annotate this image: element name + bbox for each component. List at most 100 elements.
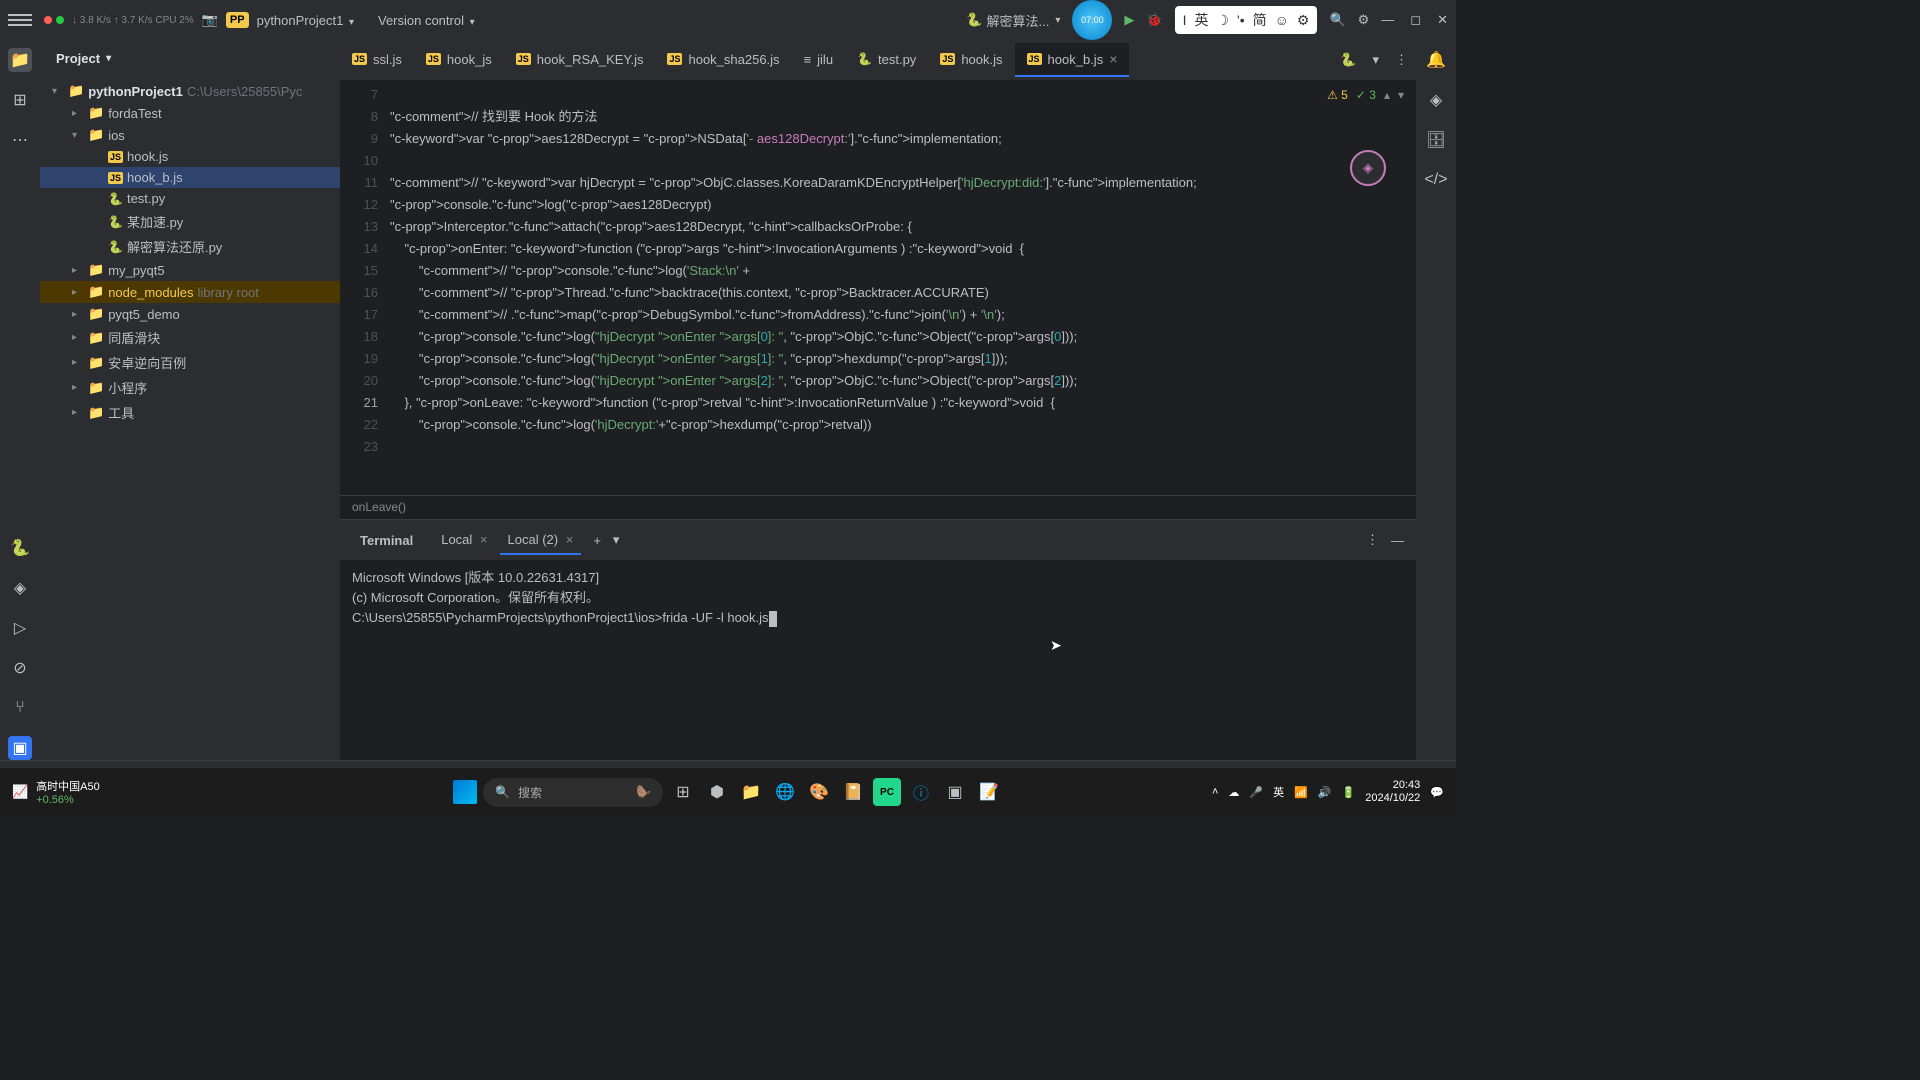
run-button[interactable]: ▶ — [1124, 12, 1134, 28]
tree-item[interactable]: ▸📁 pyqt5_demo — [40, 303, 340, 325]
debug-button[interactable]: 🐞 — [1146, 12, 1162, 28]
tree-item[interactable]: ▸📁 node_modules library root — [40, 281, 340, 303]
database-button[interactable]: 🗄 — [1424, 128, 1448, 152]
close-icon[interactable]: × — [566, 532, 574, 547]
editor-tab[interactable]: JS ssl.js — [340, 43, 414, 77]
tree-item[interactable]: ▸📁 工具 — [40, 400, 340, 425]
taskbar-terminal[interactable]: ▣ — [941, 778, 969, 806]
tree-root[interactable]: ▾ 📁 pythonProject1 C:\Users\25855\Pyc — [40, 80, 340, 102]
tab-more-button[interactable]: ⋮ — [1387, 52, 1416, 68]
run-config-dropdown[interactable]: 🐍 解密算法... ▾ — [966, 11, 1060, 30]
tray-battery[interactable]: 🔋 — [1342, 786, 1356, 799]
inspections-widget[interactable]: ⚠ 5 ✓ 3 ▴▾ — [1327, 88, 1404, 102]
tray-notifications[interactable]: 💬 — [1430, 786, 1444, 799]
terminal-tab[interactable]: Local (2) × — [500, 526, 582, 555]
project-name-dropdown[interactable]: pythonProject1 ▾ — [257, 13, 354, 28]
project-panel-header[interactable]: Project ▾ — [40, 40, 340, 76]
editor-tab[interactable]: JS hook_RSA_KEY.js — [504, 43, 656, 77]
terminal-minimize-button[interactable]: — — [1391, 533, 1404, 548]
ime-toolbar[interactable]: I 英 ☽ '• 简 ☺ ⚙ — [1175, 6, 1318, 34]
minimize-button[interactable]: — — [1381, 12, 1394, 28]
main-menu-button[interactable] — [8, 8, 32, 32]
tree-item[interactable]: 🐍 某加速.py — [40, 209, 340, 234]
tree-item[interactable]: ▸📁 同盾滑块 — [40, 325, 340, 350]
editor-breadcrumb[interactable]: onLeave() — [340, 495, 1416, 519]
ime-settings-icon[interactable]: ⚙ — [1297, 12, 1310, 29]
vcs-dropdown[interactable]: Version control ▾ — [378, 13, 475, 28]
taskbar-app[interactable]: ⓘ — [907, 778, 935, 806]
close-button[interactable]: ✕ — [1437, 12, 1448, 28]
tree-item[interactable]: 🐍 解密算法还原.py — [40, 234, 340, 259]
terminal-tool-button[interactable]: ▣ — [8, 736, 32, 760]
editor-gutter[interactable]: 7891011121314151617181920212223 — [340, 80, 390, 495]
terminal-new-tab-button[interactable]: + — [593, 533, 601, 548]
ime-moon-icon[interactable]: ☽ — [1216, 12, 1229, 29]
ime-punct-icon[interactable]: '• — [1237, 12, 1245, 28]
maximize-button[interactable]: ◻ — [1410, 12, 1421, 28]
git-button[interactable]: ⑂ — [8, 696, 32, 720]
ai-chat-button[interactable]: ◈ — [1424, 88, 1448, 112]
tray-mic[interactable]: 🎤 — [1249, 786, 1263, 799]
tab-close-button[interactable]: × — [1109, 51, 1117, 67]
taskbar-search[interactable]: 🔍 搜索 🦫 — [483, 778, 663, 807]
project-tool-button[interactable]: 📁 — [8, 48, 32, 72]
terminal-title[interactable]: Terminal — [352, 527, 421, 554]
tray-volume[interactable]: 🔊 — [1318, 786, 1332, 799]
packages-button[interactable]: ◈ — [8, 576, 32, 600]
editor-tab[interactable]: JS hook_sha256.js — [655, 43, 791, 77]
ai-assistant-badge[interactable]: ◈ — [1350, 150, 1386, 186]
terminal-tab[interactable]: Local × — [433, 526, 495, 555]
tray-clock[interactable]: 20:43 2024/10/22 — [1365, 779, 1420, 805]
structure-tool-button[interactable]: ⊞ — [8, 88, 32, 112]
ime-simp[interactable]: 简 — [1253, 10, 1267, 30]
tray-lang[interactable]: 英 — [1273, 784, 1284, 800]
tab-dropdown-button[interactable]: ▾ — [1364, 52, 1387, 68]
project-tree[interactable]: ▾ 📁 pythonProject1 C:\Users\25855\Pyc ▸📁… — [40, 76, 340, 760]
weather-widget[interactable]: 高时中国A50 +0.56% — [36, 778, 100, 806]
tree-item[interactable]: JS hook.js — [40, 146, 340, 167]
tree-item[interactable]: ▸📁 小程序 — [40, 375, 340, 400]
terminal-options-button[interactable]: ⋮ — [1366, 532, 1379, 548]
task-view-button[interactable]: ⊞ — [669, 778, 697, 806]
services-button[interactable]: ▷ — [8, 616, 32, 640]
notifications-button[interactable]: 🔔 — [1424, 48, 1448, 72]
taskbar-explorer[interactable]: 📁 — [737, 778, 765, 806]
tree-item[interactable]: ▾📁 ios — [40, 124, 340, 146]
problems-button[interactable]: ⊘ — [8, 656, 32, 680]
taskbar-app[interactable]: ⬢ — [703, 778, 731, 806]
python-console-button[interactable]: 🐍 — [8, 536, 32, 560]
terminal-output[interactable]: ➤ Microsoft Windows [版本 10.0.22631.4317]… — [340, 560, 1416, 760]
weather-icon[interactable]: 📈 — [12, 784, 28, 800]
start-button[interactable] — [453, 780, 477, 804]
tree-item[interactable]: ▸📁 my_pyqt5 — [40, 259, 340, 281]
search-icon[interactable]: 🔍 — [1329, 12, 1345, 28]
camera-icon[interactable]: 📷 — [202, 12, 218, 28]
close-icon[interactable]: × — [480, 532, 488, 547]
tray-onedrive[interactable]: ☁ — [1228, 786, 1239, 799]
taskbar-edge[interactable]: 🌐 — [771, 778, 799, 806]
tray-chevron[interactable]: ˄ — [1212, 786, 1218, 798]
editor-tab[interactable]: JS hook_b.js × — [1015, 43, 1130, 77]
editor-tab[interactable]: JS hook_js — [414, 43, 504, 77]
taskbar-pycharm[interactable]: PC — [873, 778, 901, 806]
taskbar-app[interactable]: 🎨 — [805, 778, 833, 806]
ime-emoji-icon[interactable]: ☺ — [1275, 12, 1289, 28]
tab-py-icon[interactable]: 🐍 — [1332, 52, 1364, 68]
more-tool-button[interactable]: ⋯ — [8, 128, 32, 152]
tray-wifi[interactable]: 📶 — [1294, 786, 1308, 799]
taskbar-app[interactable]: 📔 — [839, 778, 867, 806]
ime-lang[interactable]: 英 — [1194, 10, 1208, 30]
tree-item[interactable]: ▸📁 fordaTest — [40, 102, 340, 124]
editor-tab[interactable]: ≡ jilu — [792, 43, 846, 77]
taskbar-notepad[interactable]: 📝 — [975, 778, 1003, 806]
code-content[interactable]: "c-comment">// 找到要 Hook 的方法"c-keyword">v… — [390, 80, 1416, 495]
editor-tab[interactable]: 🐍 test.py — [845, 43, 928, 77]
code-editor[interactable]: ⚠ 5 ✓ 3 ▴▾ ◈ 789101112131415161718192021… — [340, 80, 1416, 495]
tree-item[interactable]: JS hook_b.js — [40, 167, 340, 188]
terminal-dropdown-button[interactable]: ▾ — [613, 532, 620, 548]
editor-tab[interactable]: JS hook.js — [928, 43, 1014, 77]
settings-icon[interactable]: ⚙ — [1358, 12, 1370, 28]
tree-item[interactable]: ▸📁 安卓逆向百例 — [40, 350, 340, 375]
code-tool-button[interactable]: </> — [1424, 168, 1448, 192]
tree-item[interactable]: 🐍 test.py — [40, 188, 340, 209]
